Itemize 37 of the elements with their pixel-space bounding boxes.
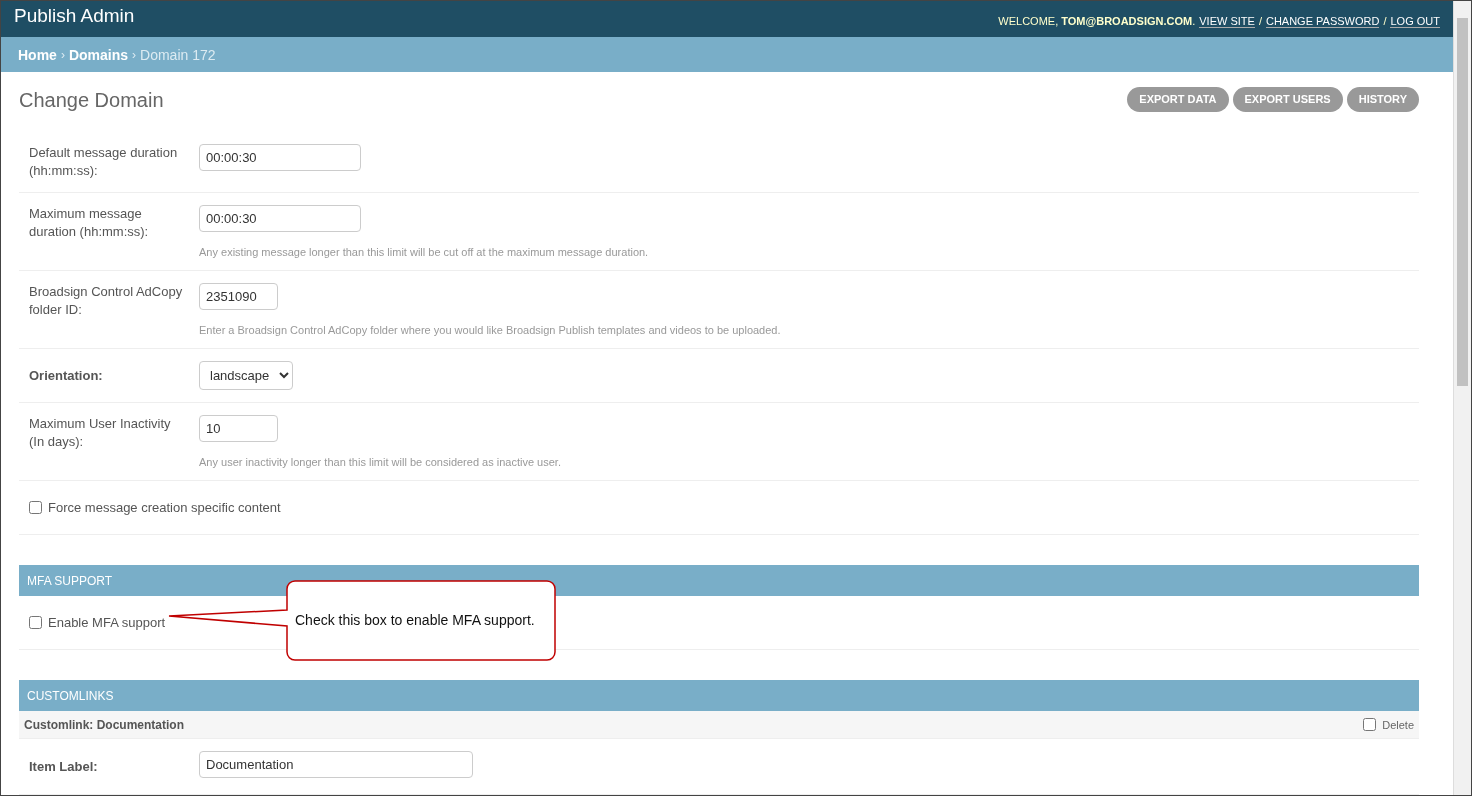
breadcrumb-separator: › (132, 47, 137, 62)
separator: / (1258, 15, 1262, 27)
help-text: Any existing message longer than this limit will be cut off at the maximum message duration. (199, 246, 649, 258)
breadcrumb-separator: › (60, 47, 65, 62)
field-label: Item Label: (29, 757, 99, 776)
checkbox[interactable] (29, 501, 42, 514)
separator: / (1383, 15, 1387, 27)
help-text: Any user inactivity longer than this limit will be considered as inactive user. (199, 456, 561, 468)
field-label: Default message duration (hh:mm:ss): (29, 144, 179, 180)
breadcrumb-current: Domain 172 (140, 46, 216, 63)
delete-label: Delete (1382, 718, 1414, 731)
page-title: Change Domain (19, 88, 164, 112)
checkbox[interactable] (29, 616, 42, 629)
callout-text: Check this box to enable MFA support. (295, 612, 535, 628)
scrollbar[interactable] (1453, 1, 1471, 795)
field-label: Broadsign Control AdCopy folder ID: (29, 283, 184, 319)
section-header: CUSTOMLINKS (19, 680, 1419, 711)
header-link[interactable]: VIEW SITE (1199, 15, 1255, 28)
inline-title: Customlink: Documentation (24, 717, 184, 732)
checkbox-label: Enable MFA support (48, 615, 166, 630)
scrollbar-thumb[interactable] (1457, 18, 1468, 386)
site-title: Publish Admin (14, 5, 135, 27)
text-field[interactable]: 2351090 (199, 283, 278, 310)
select-field[interactable]: landscape (199, 361, 293, 390)
field-label: Orientation: (29, 366, 104, 385)
field-label: Maximum User Inactivity (In days): (29, 415, 172, 451)
text-field[interactable]: 10 (199, 415, 278, 442)
checkbox-label: Force message creation specific content (48, 500, 281, 515)
text-field[interactable]: 00:00:30 (199, 144, 361, 171)
text-field[interactable]: 00:00:30 (199, 205, 361, 232)
header-link[interactable]: LOG OUT (1390, 15, 1440, 28)
header-link[interactable]: CHANGE PASSWORD (1265, 15, 1380, 28)
delete-checkbox[interactable] (1363, 718, 1377, 731)
help-text: Enter a Broadsign Control AdCopy folder where you would like Broadsign Publish templates and videos to be uploaded. (199, 324, 781, 336)
text-field[interactable]: Documentation (199, 751, 473, 778)
field-label: Maximum message duration (hh:mm:ss): (29, 205, 150, 241)
welcome-text: WELCOME, TOM@BROADSIGN.COM. (998, 15, 1196, 27)
